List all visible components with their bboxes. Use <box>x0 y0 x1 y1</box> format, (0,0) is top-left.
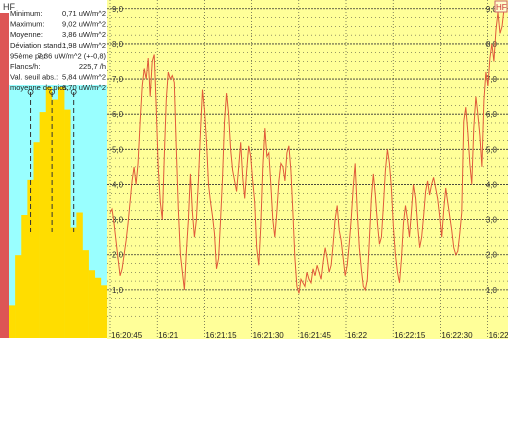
stat-label: Maximum: <box>10 20 45 29</box>
y-tick-label: 5,0 <box>112 145 124 154</box>
histogram-bar <box>9 305 16 338</box>
histogram-bar <box>82 250 89 338</box>
histogram-bar <box>76 212 83 338</box>
stat-label: Moyenne: <box>10 30 43 39</box>
y-tick-label: 8,0 <box>112 40 124 49</box>
histogram-bar <box>21 215 28 338</box>
histogram-bar <box>70 227 77 338</box>
histogram-bar <box>33 142 40 338</box>
stat-value: 225,7 /h <box>79 62 106 71</box>
stat-value: 0,71 uW/m^2 <box>62 9 106 18</box>
chart-canvas: HF Minimum: 0,71 uW/m^2 Maximum: 9,02 uW/m^… <box>0 0 508 340</box>
x-tick-label: 16:22:45 <box>489 331 508 340</box>
x-tick-label: 16:21:45 <box>300 331 332 340</box>
stat-value: 3,86 uW/m^2 <box>62 30 106 39</box>
histogram-bar <box>51 99 59 338</box>
stat-label: moyenne de pics: <box>10 83 69 92</box>
y-tick-label-right: 2,0 <box>486 251 498 260</box>
stat-value: 5,84 uW/m^2 <box>62 73 106 82</box>
stat-value: 1,98 uW/m^2 <box>62 41 106 50</box>
y-tick-label: 4,0 <box>112 180 124 189</box>
histogram-bar <box>27 179 34 338</box>
histogram-bar <box>64 109 71 338</box>
plot-area <box>107 0 508 339</box>
x-tick-label: 16:21:30 <box>253 331 285 340</box>
histogram-bar <box>45 87 53 338</box>
histogram-bar <box>88 270 96 338</box>
y-tick-label-right: 3,0 <box>486 216 498 225</box>
histogram-bar <box>100 285 108 338</box>
x-tick-label: 16:22:30 <box>441 331 473 340</box>
y-axis-left-labels: 1,02,03,04,05,06,07,08,09,0 <box>112 5 124 295</box>
histogram-bar <box>39 112 47 338</box>
y-tick-label: 6,0 <box>112 110 124 119</box>
y-tick-label: 9,0 <box>112 5 124 14</box>
x-tick-label: 16:21 <box>158 331 179 340</box>
y-tick-label-right: 6,0 <box>486 110 498 119</box>
stat-label: Minimum: <box>10 9 43 18</box>
histogram-bar <box>58 87 65 338</box>
stat-label: Val. seuil abs.: <box>10 73 58 82</box>
statistics-panel: Minimum: 0,71 uW/m^2 Maximum: 9,02 uW/m^2 Mo… <box>10 9 106 92</box>
histogram-bar <box>94 277 102 338</box>
x-tick-label: 16:21:15 <box>205 331 237 340</box>
x-tick-label: 16:22 <box>347 331 368 340</box>
stat-label: Flancs/h: <box>10 62 40 71</box>
histogram-bar <box>15 255 22 338</box>
y-tick-label: 7,0 <box>112 75 124 84</box>
stat-label: Déviation stand.: <box>10 41 66 50</box>
left-color-strip <box>0 13 9 338</box>
x-tick-label: 16:22:15 <box>394 331 426 340</box>
stat-value: 9,02 uW/m^2 <box>62 20 106 29</box>
y-tick-label-right: 1,0 <box>486 286 498 295</box>
y-tick-label-right: 4,0 <box>486 180 498 189</box>
stat-value: 7,36 uW/m^2 (+-0,8) <box>38 51 107 60</box>
legend-badge-label: HF <box>496 3 507 12</box>
y-tick-label-right: 5,0 <box>486 145 498 154</box>
x-tick-label: 16:20:45 <box>111 331 143 340</box>
y-tick-label: 1,0 <box>112 286 124 295</box>
app-window: HF Minimum: 0,71 uW/m^2 Maximum: 9,02 uW/m^… <box>0 0 508 439</box>
stat-value: 6,70 uW/m^2 <box>62 83 106 92</box>
x-axis-labels: 16:20:45 16:21 16:21:15 16:21:30 16:21:45 16:… <box>111 331 508 340</box>
